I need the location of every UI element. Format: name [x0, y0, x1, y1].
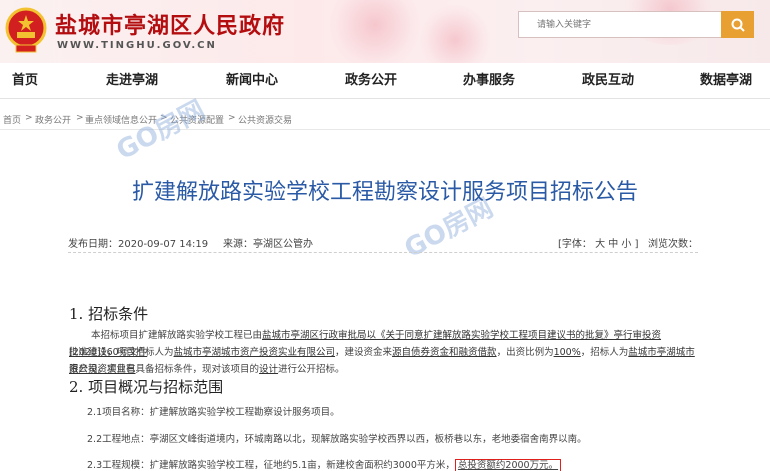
text: 进行公开招标。: [278, 364, 345, 375]
search-button[interactable]: [721, 11, 754, 38]
article-source: 来源：亭湖区公管办: [223, 239, 313, 250]
section-heading: 1. 招标条件: [69, 305, 149, 323]
text: 盐城市亭湖城市资产投资实业有限公司: [173, 347, 336, 358]
breadcrumb-item[interactable]: 政务公开: [35, 113, 71, 126]
breadcrumb-item[interactable]: 首页: [3, 113, 21, 126]
publish-date: 发布日期：2020-09-07 14:19: [68, 239, 209, 250]
main-nav: 首页 走进亭湖 新闻中心 政务公开 办事服务 政民互动 数据亭湖: [0, 63, 770, 99]
text: 设计: [259, 364, 279, 375]
nav-item-interaction[interactable]: 政民互动: [582, 63, 634, 99]
watermark: GO房网: [111, 95, 211, 167]
site-url: WWW.TINGHU.GOV.CN: [57, 40, 217, 51]
national-emblem-icon[interactable]: [4, 6, 48, 54]
text: ，出资比例为: [496, 347, 554, 358]
article-meta: 发布日期：2020-09-07 14:19 来源：亭湖区公管办 [字体： 大 中…: [68, 233, 698, 253]
text: 批准建设，项目招标人为: [69, 347, 174, 358]
header-decoration: [420, 5, 490, 63]
text: 源自债券资金和融资借款: [392, 347, 497, 358]
view-count: 浏览次数：: [648, 239, 698, 250]
font-size-switcher[interactable]: [字体： 大 中 小 ]: [558, 235, 639, 250]
text: 100%: [553, 347, 581, 358]
search-input[interactable]: [519, 12, 725, 38]
nav-item-about[interactable]: 走进亭湖: [106, 63, 158, 99]
text: 2.3工程规模：扩建解放路实验学校工程，征地约5.1亩，新建校舍面积约3000平…: [87, 460, 455, 471]
article-title: 扩建解放路实验学校工程勘察设计服务项目招标公告: [131, 180, 638, 205]
breadcrumb-separator: >: [228, 113, 236, 123]
text: 。项目已具备招标条件，现对该项目的: [97, 364, 260, 375]
text: 限公司: [69, 364, 98, 375]
breadcrumb-item[interactable]: 公共资源交易: [238, 113, 292, 126]
section-heading: 2. 项目概况与招标范围: [69, 378, 224, 396]
highlighted-investment: 总投资额约2000万元。: [454, 459, 562, 471]
nav-item-data[interactable]: 数据亭湖: [700, 63, 752, 99]
breadcrumb: 首页 > 政务公开 > 重点领域信息公开 > 公共资源配置 > 公共资源交易: [0, 106, 770, 130]
nav-item-gov-affairs[interactable]: 政务公开: [345, 63, 397, 99]
nav-item-news[interactable]: 新闻中心: [226, 63, 278, 99]
list-item: 2.1项目名称：扩建解放路实验学校工程勘察设计服务项目。: [87, 407, 340, 418]
nav-item-home[interactable]: 首页: [12, 63, 38, 99]
text: 本招标项目扩建解放路实验学校工程已由: [91, 330, 263, 341]
search-box: [518, 11, 754, 38]
list-item: 2.2工程地点：亭湖区文峰街道境内，环城南路以北，现解放路实验学校西界以西，板桥…: [87, 434, 587, 445]
site-title[interactable]: 盐城市亭湖区人民政府: [55, 8, 285, 40]
search-icon: [731, 18, 745, 32]
breadcrumb-separator: >: [25, 113, 33, 123]
header-decoration: [330, 0, 420, 63]
breadcrumb-separator: >: [76, 113, 84, 123]
site-header: 盐城市亭湖区人民政府 WWW.TINGHU.GOV.CN: [0, 0, 770, 63]
text: ，建设资金来: [335, 347, 393, 358]
nav-item-services[interactable]: 办事服务: [463, 63, 515, 99]
list-item: 2.3工程规模：扩建解放路实验学校工程，征地约5.1亩，新建校舍面积约3000平…: [87, 457, 717, 471]
text: ，招标人为: [580, 347, 629, 358]
